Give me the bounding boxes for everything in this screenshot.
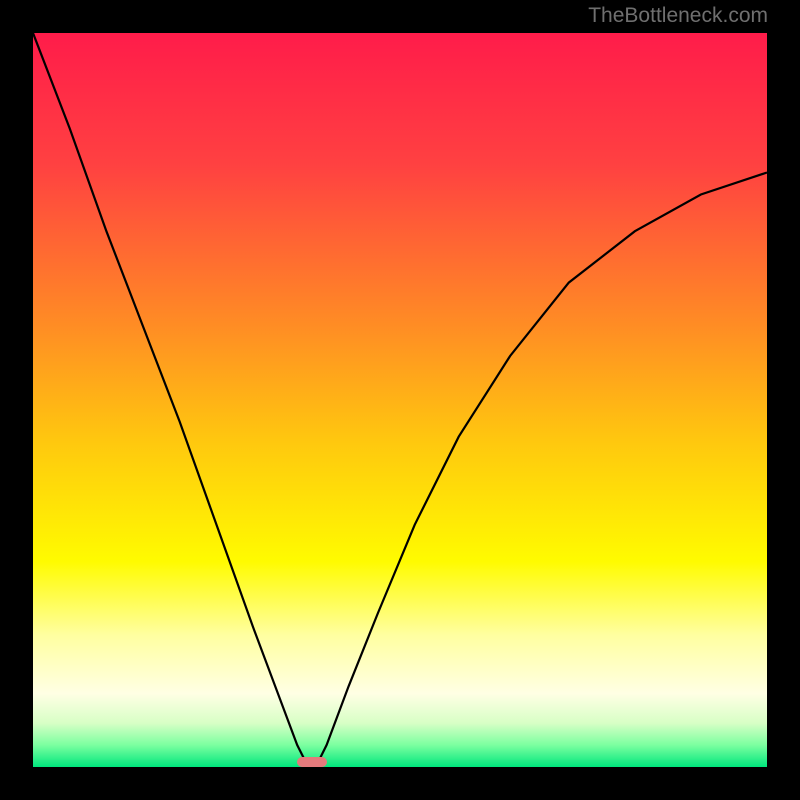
chart-plot-area xyxy=(33,33,767,767)
watermark-text: TheBottleneck.com xyxy=(588,4,768,28)
chart-curve xyxy=(33,33,767,767)
chart-minimum-marker xyxy=(297,757,326,767)
